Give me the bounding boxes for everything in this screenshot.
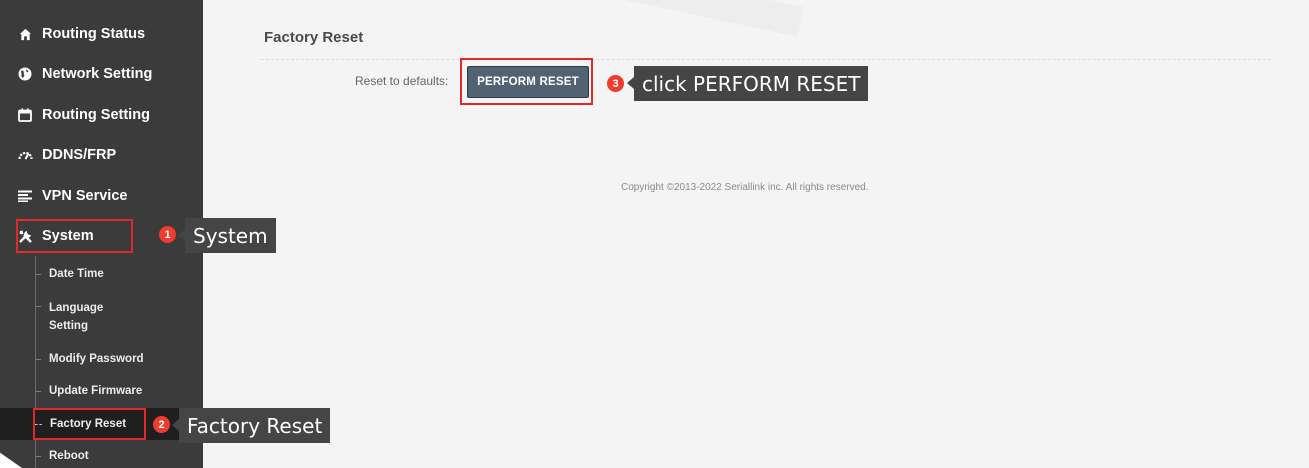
- title-divider: [261, 59, 1271, 60]
- gauge-icon: [17, 147, 33, 163]
- sidebar-item-label: DDNS/FRP: [42, 147, 117, 163]
- reset-label: Reset to defaults:: [355, 74, 449, 88]
- sidebar-item-vpn-service[interactable]: VPN Service: [0, 176, 203, 216]
- step-1-callout: System: [178, 218, 276, 253]
- perform-reset-button[interactable]: PERFORM RESET: [467, 66, 589, 98]
- sidebar-item-network-setting[interactable]: Network Setting: [0, 54, 203, 94]
- sidebar-item-routing-status[interactable]: Routing Status: [0, 14, 203, 54]
- sidebar-item-ddns-frp[interactable]: DDNS/FRP: [0, 135, 203, 175]
- sidebar-subitem-language-setting[interactable]: Language Setting: [0, 297, 203, 337]
- step-1-badge: 1: [159, 226, 176, 243]
- page-title: Factory Reset: [264, 29, 364, 46]
- tree-connector: [35, 273, 41, 275]
- sidebar-subitem-label: Date Time: [49, 268, 104, 280]
- sidebar-item-routing-setting[interactable]: Routing Setting: [0, 95, 203, 135]
- sidebar-item-label: System: [42, 228, 94, 244]
- watermark-shape: [562, 0, 804, 37]
- sidebar-subitem-label: Update Firmware: [49, 385, 143, 397]
- tree-connector: [35, 358, 41, 360]
- step-2-callout: Factory Reset: [171, 408, 331, 443]
- tree-connector: [35, 390, 41, 392]
- tree-connector: [35, 423, 42, 425]
- home-icon: [17, 26, 33, 42]
- sidebar-item-label: Network Setting: [42, 66, 153, 82]
- tree-connector: [35, 455, 41, 457]
- copyright-text: Copyright ©2013-2022 Seriallink inc. All…: [621, 182, 869, 193]
- step-2-badge: 2: [153, 416, 170, 433]
- sidebar-subitem-label: Reboot: [49, 450, 89, 462]
- step-3-badge: 3: [607, 75, 624, 92]
- step-3-callout: click PERFORM RESET: [626, 66, 869, 101]
- sidebar-item-label: Routing Status: [42, 26, 146, 42]
- calendar-icon: [17, 107, 33, 123]
- sidebar-subitem-update-firmware[interactable]: Update Firmware: [0, 381, 203, 401]
- list-icon: [17, 188, 33, 204]
- sidebar-subitem-label: Factory Reset: [50, 418, 127, 430]
- globe-icon: [17, 66, 33, 82]
- sidebar-subitem-date-time[interactable]: Date Time: [0, 264, 203, 284]
- sidebar-subitem-reboot[interactable]: Reboot: [0, 446, 203, 466]
- sidebar-subitem-label: Language Setting: [49, 302, 104, 332]
- tools-icon: [17, 228, 33, 244]
- sidebar-item-label: VPN Service: [42, 188, 128, 204]
- sidebar-subitem-label: Modify Password: [49, 353, 144, 365]
- sidebar-item-label: Routing Setting: [42, 107, 150, 123]
- sidebar-subitem-modify-password[interactable]: Modify Password: [0, 349, 203, 369]
- tree-connector: [35, 306, 41, 307]
